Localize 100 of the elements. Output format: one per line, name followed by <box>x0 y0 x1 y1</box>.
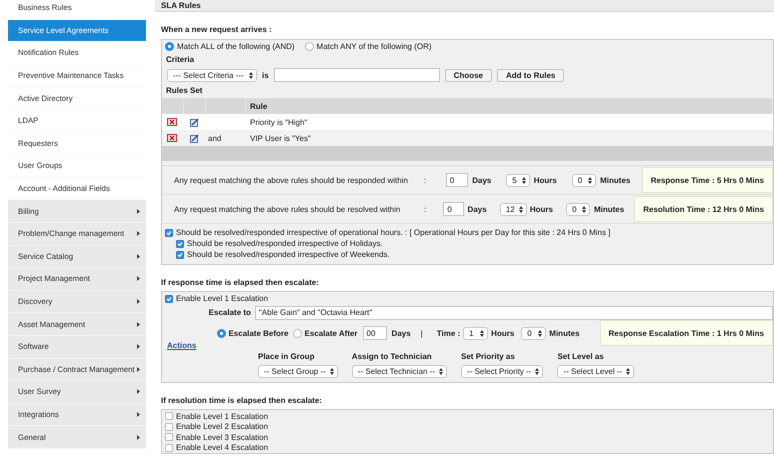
checkbox[interactable] <box>165 433 173 442</box>
escalation-label: Enable Level 1 Escalation <box>176 412 268 421</box>
radio-label: Match ANY of the following (OR) <box>316 42 432 51</box>
hours-dropdown[interactable]: 12 <box>500 202 527 216</box>
separator: : <box>424 176 426 184</box>
is-label: is <box>262 70 269 80</box>
submenu-arrow-icon <box>137 276 140 282</box>
hours-label: Hours <box>491 328 514 338</box>
radio-button[interactable] <box>293 328 302 338</box>
section-heading: If response time is elapsed then escalate: <box>160 278 320 287</box>
time-label: Time : <box>436 328 460 338</box>
minutes-label: Minutes <box>600 176 630 184</box>
submenu-arrow-icon <box>137 208 140 214</box>
panel-title: SLA Rules <box>155 0 774 12</box>
section-heading: If resolution time is elapsed then escalate: <box>160 396 323 405</box>
submenu-arrow-icon <box>137 389 140 394</box>
criteria-value-field[interactable] <box>274 68 440 82</box>
days-label: Days <box>468 204 487 214</box>
submenu-arrow-icon <box>137 322 140 327</box>
minutes-dropdown[interactable]: 0 <box>521 326 546 340</box>
table-cell: VIP User is "Yes" <box>250 134 311 142</box>
minutes-label: Minutes <box>594 204 624 214</box>
escalation-time-summary: Response Escalation Time : 1 Hrs 0 Mins <box>600 320 773 346</box>
action-label: Place in Group <box>258 352 316 361</box>
submenu-arrow-icon <box>137 254 140 259</box>
add-to-rules-button[interactable]: Add to Rules <box>497 68 564 82</box>
checkbox[interactable] <box>165 228 173 236</box>
escalate-to-label: Escalate to <box>208 308 251 317</box>
choose-button[interactable]: Choose <box>444 68 492 82</box>
escalation-label: Enable Level 2 Escalation <box>176 422 268 432</box>
dropdown-arrows-icon <box>480 330 484 336</box>
action-label: Set Priority as <box>461 352 516 361</box>
checkbox[interactable] <box>165 412 173 420</box>
radio-button[interactable] <box>304 42 314 51</box>
divider-mark: | <box>420 328 423 338</box>
checkbox[interactable] <box>165 444 173 452</box>
dropdown-arrows-icon <box>538 330 542 336</box>
dropdown-arrows-icon <box>626 368 630 375</box>
hours-label: Hours <box>530 204 553 214</box>
edit-icon[interactable] <box>190 134 199 142</box>
radio-label: Match ALL of the following (AND) <box>177 42 295 51</box>
escalation-label: Enable Level 4 Escalation <box>176 443 268 452</box>
action-dropdown[interactable]: -- Select Priority -- <box>461 365 544 378</box>
checkbox[interactable] <box>176 250 184 258</box>
dropdown-arrows-icon <box>522 176 526 184</box>
checkbox[interactable] <box>176 240 184 248</box>
minutes-dropdown[interactable]: 0 <box>566 202 590 216</box>
minutes-dropdown[interactable]: 0 <box>572 174 596 186</box>
checkbox[interactable] <box>165 422 173 431</box>
radio-button[interactable] <box>217 328 226 338</box>
option-label: Should be resolved/responded irrespective of Holidays. <box>187 239 383 248</box>
dropdown-arrows-icon <box>588 176 592 184</box>
radio-label: Escalate After <box>304 328 358 338</box>
dropdown-arrows-icon <box>518 206 523 212</box>
submenu-arrow-icon <box>137 412 140 417</box>
submenu-arrow-icon <box>137 299 140 304</box>
radio-label: Escalate Before <box>228 328 288 338</box>
option-label: Should be resolved/responded irrespective of operational hours. : [ Operational Hours per Day for this site : 24 Hrs 0 Mins ] <box>176 228 610 237</box>
dropdown-arrows-icon <box>330 368 334 375</box>
time-summary: Response Time : 5 Hrs 0 Mins <box>642 167 773 193</box>
submenu-arrow-icon <box>137 231 140 236</box>
submenu-arrow-icon <box>137 366 140 372</box>
rules-set-label: Rules Set <box>166 86 202 95</box>
action-dropdown[interactable]: -- Select Group -- <box>258 365 338 378</box>
option-label: Should be resolved/responded irrespective of Weekends. <box>187 250 390 259</box>
dropdown-arrows-icon <box>582 206 586 212</box>
escalate-to-field[interactable]: "Able Gain" and "Octavia Heart" <box>254 306 773 320</box>
dropdown-arrows-icon <box>439 368 444 375</box>
checkbox[interactable] <box>165 294 173 302</box>
criteria-label: Criteria <box>166 54 194 64</box>
edit-icon[interactable] <box>190 118 199 126</box>
separator: : <box>424 204 426 214</box>
hours-label: Hours <box>534 176 557 184</box>
action-dropdown[interactable]: -- Select Technician -- <box>352 365 448 378</box>
days-field[interactable]: 00 <box>362 326 387 340</box>
escalation-label: Enable Level 1 Escalation <box>176 294 268 303</box>
table-cell: Priority is "High" <box>250 118 308 126</box>
submenu-arrow-icon <box>137 344 140 350</box>
days-label: Days <box>472 176 492 184</box>
radio-button[interactable] <box>165 42 174 51</box>
minutes-label: Minutes <box>549 328 580 338</box>
hours-dropdown[interactable]: 1 <box>463 326 488 340</box>
time-summary: Resolution Time : 12 Hrs 0 Mins <box>634 196 773 222</box>
delete-icon[interactable] <box>167 134 177 142</box>
actions-link[interactable]: Actions <box>167 341 196 350</box>
days-label: Days <box>392 328 411 338</box>
action-label: Assign to Technician <box>352 352 433 361</box>
days-field[interactable]: 0 <box>446 173 468 187</box>
action-dropdown[interactable]: -- Select Level -- <box>557 365 634 378</box>
dropdown-arrows-icon <box>249 72 253 78</box>
section-heading: When a new request arrives : <box>160 25 273 34</box>
hours-dropdown[interactable]: 5 <box>506 174 530 186</box>
time-rule-label: Any request matching the above rules should be resolved within <box>174 204 400 214</box>
days-field[interactable]: 0 <box>443 202 464 216</box>
submenu-arrow-icon <box>137 434 140 440</box>
delete-icon[interactable] <box>167 118 177 126</box>
criteria-dropdown[interactable]: --- Select Criteria --- <box>167 68 257 82</box>
escalation-label: Enable Level 3 Escalation <box>176 432 268 442</box>
action-label: Set Level as <box>557 352 605 361</box>
dropdown-arrows-icon <box>535 368 540 375</box>
